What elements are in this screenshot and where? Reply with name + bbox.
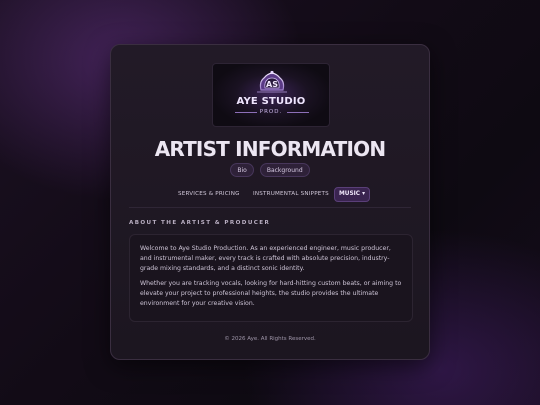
page-title: ARTIST INFORMATION: [154, 137, 386, 161]
nav-services-pricing[interactable]: SERVICES & PRICING: [178, 187, 240, 201]
main-nav: SERVICES & PRICING INSTRUMENTAL SNIPPETS…: [111, 187, 429, 202]
pill-background[interactable]: Background: [259, 163, 310, 177]
studio-logo: AS AYE STUDIO PROD.: [212, 63, 330, 127]
tag-pills: Bio Background: [111, 163, 429, 177]
artist-card: AS AYE STUDIO PROD. ARTIST INFORMATION B…: [110, 44, 430, 360]
logo-subtitle: PROD.: [259, 109, 283, 115]
about-panel: Welcome to Aye Studio Production. As an …: [129, 234, 413, 322]
about-paragraph-1: Welcome to Aye Studio Production. As an …: [140, 245, 391, 272]
logo-divider-right: [287, 112, 309, 113]
pill-bio[interactable]: Bio: [230, 163, 254, 177]
section-heading: ABOUT THE ARTIST & PRODUCER: [129, 220, 271, 226]
nav-music-dropdown[interactable]: MUSIC ▾: [334, 187, 370, 202]
nav-instrumental-snippets[interactable]: INSTRUMENTAL SNIPPETS: [253, 187, 329, 201]
logo-title: AYE STUDIO: [236, 96, 306, 107]
crown-emblem-icon: AS: [257, 70, 287, 93]
chevron-down-icon: ▾: [362, 191, 365, 197]
section-divider: [129, 207, 411, 208]
footer-copyright: © 2026 Aye. All Rights Reserved.: [224, 336, 316, 342]
about-paragraph-2: Whether you are tracking vocals, looking…: [140, 280, 402, 307]
nav-music-label: MUSIC: [338, 191, 361, 197]
svg-text:AS: AS: [266, 80, 278, 89]
